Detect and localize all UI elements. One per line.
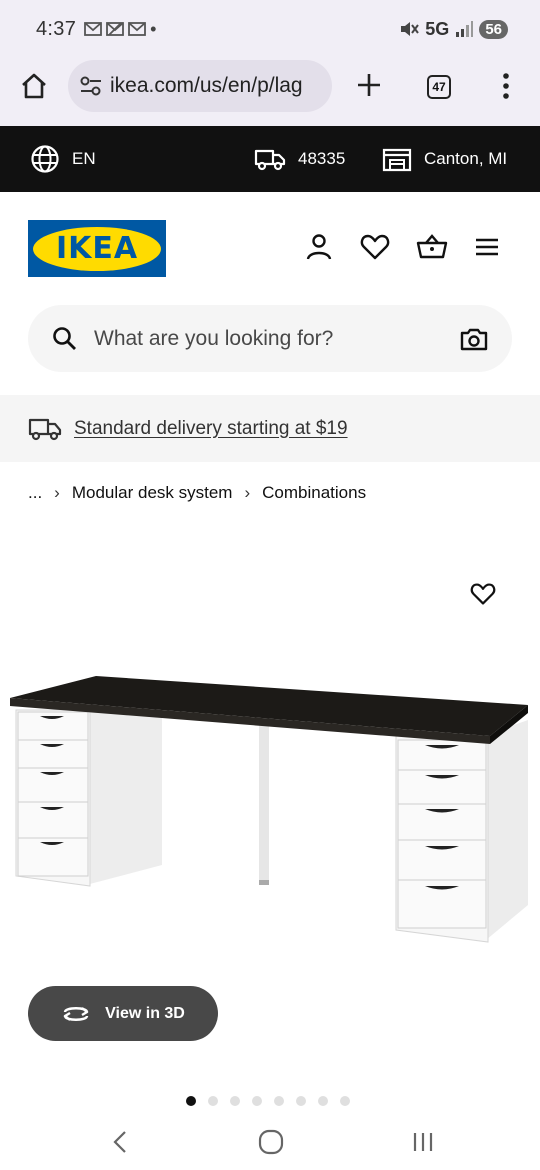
browser-toolbar: ikea.com/us/en/p/lag 47: [0, 58, 540, 126]
store-icon: [382, 148, 412, 172]
gallery-dot[interactable]: [252, 1096, 262, 1106]
language-selector[interactable]: EN: [30, 126, 96, 192]
more-vertical-icon: [503, 73, 509, 99]
address-bar[interactable]: ikea.com/us/en/p/lag: [68, 60, 332, 112]
view-in-3d-label: View in 3D: [105, 1004, 185, 1022]
system-navigation-bar: [0, 1112, 540, 1170]
mail-off-icon: [106, 22, 125, 36]
gallery-dot[interactable]: [296, 1096, 306, 1106]
save-to-favorites-button[interactable]: [470, 582, 496, 611]
person-icon: [306, 234, 332, 260]
recents-icon: [413, 1133, 433, 1151]
logo-text: IKEA: [55, 231, 139, 266]
gallery-dot[interactable]: [208, 1096, 218, 1106]
ikea-logo[interactable]: IKEA: [28, 220, 166, 277]
language-label: EN: [72, 149, 96, 168]
cart-button[interactable]: [416, 232, 448, 267]
menu-button[interactable]: [474, 232, 500, 267]
recents-button[interactable]: [403, 1122, 443, 1162]
tab-switcher-button[interactable]: 47: [424, 72, 454, 102]
tab-count: 47: [427, 75, 451, 99]
network-type: 5G: [425, 18, 450, 39]
camera-search-icon[interactable]: [460, 327, 488, 351]
basket-icon: [416, 234, 448, 259]
gallery-dot[interactable]: [274, 1096, 284, 1106]
breadcrumb-item[interactable]: Combinations: [262, 483, 366, 503]
gallery-dot[interactable]: [318, 1096, 328, 1106]
signal-icon: [456, 21, 474, 37]
chevron-right-icon: ›: [244, 483, 251, 502]
more-notifications-dot: •: [150, 19, 157, 39]
breadcrumb: ... › Modular desk system › Combinations: [28, 480, 366, 506]
rotate-3d-icon: [63, 1006, 89, 1021]
gallery-dot[interactable]: [186, 1096, 196, 1106]
mute-icon: [401, 22, 420, 36]
mail-icon: [84, 22, 103, 36]
favorites-button[interactable]: [360, 232, 390, 267]
home-icon: [22, 73, 46, 99]
hamburger-icon: [476, 238, 498, 256]
globe-icon: [31, 145, 59, 173]
home-circle-icon: [258, 1129, 284, 1155]
search-input[interactable]: What are you looking for?: [94, 327, 460, 351]
new-tab-button[interactable]: [354, 70, 384, 100]
delivery-banner: Standard delivery starting at $19: [0, 395, 540, 462]
notification-icons: •: [84, 19, 157, 39]
browser-menu-button[interactable]: [494, 70, 518, 102]
back-icon: [113, 1131, 126, 1153]
delivery-link[interactable]: Standard delivery starting at $19: [74, 418, 348, 440]
location-strip: EN 48335 Canton, MI: [0, 126, 540, 192]
breadcrumb-item[interactable]: Modular desk system: [72, 483, 233, 503]
url-text: ikea.com/us/en/p/lag: [110, 74, 303, 97]
logo-oval: IKEA: [33, 226, 161, 271]
gallery-dot[interactable]: [340, 1096, 350, 1106]
chevron-right-icon: ›: [54, 483, 60, 502]
zip-code: 48335: [298, 149, 346, 168]
gallery-pagination: [186, 1096, 350, 1106]
truck-icon: [28, 418, 62, 440]
back-button[interactable]: [100, 1122, 140, 1162]
desk-illustration: [10, 676, 528, 943]
store-name: Canton, MI: [424, 149, 508, 168]
store-selector[interactable]: Canton, MI: [382, 126, 507, 192]
gallery-dot[interactable]: [230, 1096, 240, 1106]
home-nav-button[interactable]: [251, 1122, 291, 1162]
status-bar: 4:37 • 5G 56: [0, 0, 540, 58]
truck-icon: [254, 149, 286, 171]
battery-indicator: 56: [479, 19, 508, 39]
home-button[interactable]: [18, 70, 50, 102]
status-time: 4:37: [36, 17, 77, 40]
account-button[interactable]: [304, 232, 334, 267]
breadcrumb-ellipsis[interactable]: ...: [28, 483, 42, 503]
search-icon: [53, 326, 76, 350]
product-image[interactable]: [0, 650, 540, 990]
delivery-zip-selector[interactable]: 48335: [254, 126, 345, 192]
site-settings-icon: [80, 76, 101, 96]
heart-icon: [470, 583, 496, 605]
heart-icon: [360, 234, 390, 260]
mail-icon: [128, 22, 147, 36]
view-in-3d-button[interactable]: View in 3D: [28, 986, 218, 1041]
site-header: IKEA: [0, 192, 540, 298]
plus-icon: [358, 74, 380, 96]
search-bar[interactable]: What are you looking for?: [28, 305, 512, 372]
